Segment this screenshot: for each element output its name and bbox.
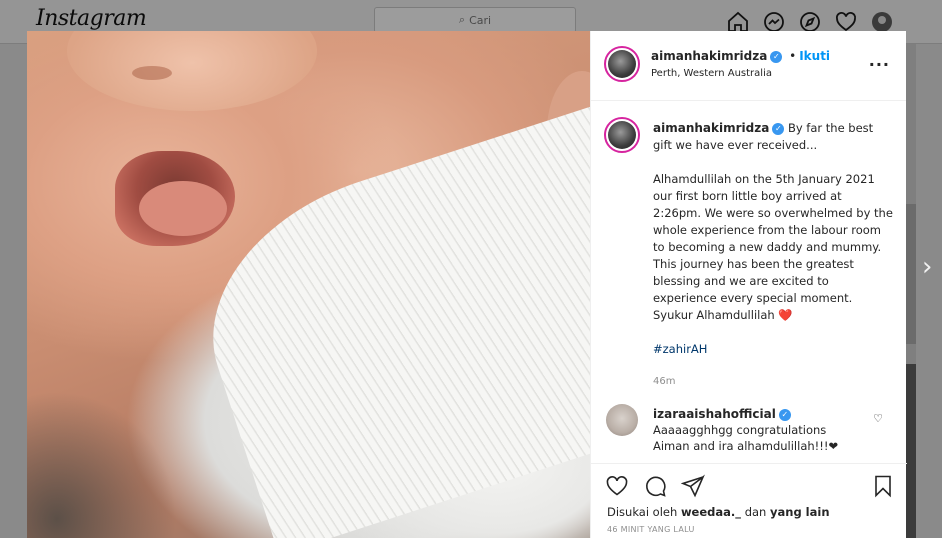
author-line: aimanhakimridza ✓ • Ikuti	[651, 49, 830, 63]
photo-region	[177, 92, 590, 538]
photo-region	[139, 181, 227, 236]
action-icons	[605, 474, 705, 502]
photo-region	[132, 66, 172, 80]
post-photo[interactable]	[27, 31, 590, 538]
comment-text: Aaaaagghhgg congratulations Aiman and ir…	[653, 423, 839, 453]
caption-author-avatar[interactable]	[604, 117, 640, 153]
caption-username[interactable]: aimanhakimridza	[653, 121, 769, 135]
post-timestamp[interactable]: 46 MINIT YANG LALU	[607, 525, 695, 534]
likes-prefix: Disukai oleh	[607, 505, 678, 519]
background-thumbnail	[906, 204, 916, 344]
background-thumbnail	[906, 364, 916, 538]
post-modal: aimanhakimridza ✓ • Ikuti Perth, Western A…	[27, 31, 907, 538]
share-icon[interactable]	[680, 474, 705, 502]
separator-dot: •	[789, 49, 797, 63]
search-placeholder: Cari	[469, 13, 492, 27]
follow-button[interactable]: Ikuti	[799, 49, 830, 63]
commenter-avatar[interactable]	[606, 404, 638, 436]
comment-like-icon[interactable]: ♡	[873, 412, 883, 425]
caption: aimanhakimridza ✓ By far the best gift we…	[653, 120, 893, 390]
verified-badge-icon: ✓	[772, 122, 785, 135]
post-location[interactable]: Perth, Western Australia	[651, 68, 772, 79]
author-username[interactable]: aimanhakimridza	[651, 49, 767, 63]
search-icon: ⌕	[458, 13, 466, 26]
author-avatar[interactable]	[604, 46, 640, 82]
next-post-arrow-icon[interactable]: ›	[922, 252, 932, 282]
comment: izaraaishahofficial ✓ Aaaaagghhgg congrat…	[653, 406, 863, 454]
likes-others[interactable]: yang lain	[770, 505, 830, 519]
caption-scroll-area[interactable]: aimanhakimridza ✓ By far the best gift we…	[591, 102, 907, 465]
search-input[interactable]: ⌕ Cari	[374, 7, 576, 33]
likes-summary[interactable]: Disukai oleh weedaa._ dan yang lain	[607, 505, 830, 519]
verified-badge-icon: ✓	[778, 408, 791, 421]
likes-middle: dan	[744, 505, 767, 519]
background-feed-strip	[906, 44, 916, 538]
commenter-username[interactable]: izaraaishahofficial	[653, 407, 776, 421]
more-options-icon[interactable]: ...	[869, 51, 890, 70]
save-bookmark-icon[interactable]	[871, 474, 895, 502]
red-heart-icon: ❤️	[778, 308, 793, 322]
post-sidebar: aimanhakimridza ✓ • Ikuti Perth, Western A…	[590, 31, 907, 538]
caption-body: Alhamdullilah on the 5th January 2021 ou…	[653, 172, 893, 322]
verified-badge-icon: ✓	[770, 50, 783, 63]
comment-icon[interactable]	[643, 474, 667, 502]
likes-user[interactable]: weedaa._	[681, 505, 741, 519]
post-header: aimanhakimridza ✓ • Ikuti Perth, Western A…	[591, 31, 906, 101]
hashtag-link[interactable]: #zahirAH	[653, 342, 707, 356]
photo-region	[67, 31, 317, 111]
like-icon[interactable]	[605, 474, 629, 502]
instagram-logo[interactable]: Instagram	[36, 6, 147, 31]
post-actions: Disukai oleh weedaa._ dan yang lain 46 M…	[591, 463, 907, 538]
photo-region	[27, 391, 177, 538]
caption-timestamp: 46m	[653, 376, 676, 387]
